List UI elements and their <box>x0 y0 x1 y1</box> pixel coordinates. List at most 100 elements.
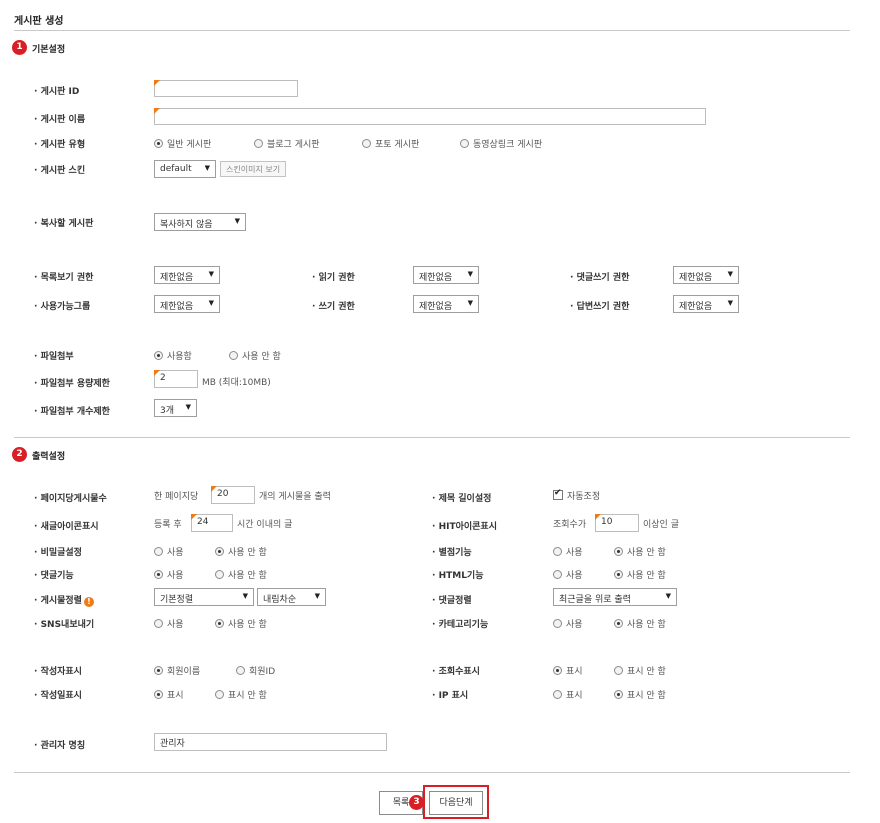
secret-post-on-option[interactable]: 사용 <box>154 545 184 558</box>
posts-per-page-prefix: 한 페이지당 <box>154 492 199 502</box>
list-view-permission-select[interactable]: 제한없음 ▼ <box>154 266 220 284</box>
comments-off-option[interactable]: 사용 안 함 <box>215 568 267 581</box>
title-length-label: 제목 길이설정 <box>432 491 492 504</box>
attach-on-option[interactable]: 사용함 <box>154 349 192 362</box>
author-name-option[interactable]: 회원이름 <box>154 664 200 677</box>
radio-icon[interactable] <box>154 139 163 148</box>
radio-icon[interactable] <box>553 619 562 628</box>
radio-icon[interactable] <box>553 690 562 699</box>
radio-icon[interactable] <box>553 547 562 556</box>
checkbox-checked-icon[interactable] <box>553 488 563 500</box>
radio-icon[interactable] <box>229 351 238 360</box>
board-type-blog-option[interactable]: 블로그 게시판 <box>254 137 320 150</box>
write-permission-select[interactable]: 제한없음 ▼ <box>413 295 479 313</box>
dropdown-arrow-icon: ▼ <box>185 403 191 411</box>
radio-icon[interactable] <box>553 570 562 579</box>
posts-per-page-suffix: 개의 게시물을 출력 <box>259 492 331 502</box>
admin-name-input[interactable]: 관리자 <box>154 733 387 751</box>
comment-sort-select[interactable]: 최근글을 위로 출력 ▼ <box>553 588 677 606</box>
views-hide-option[interactable]: 표시 안 함 <box>614 664 666 677</box>
comments-on-option[interactable]: 사용 <box>154 568 184 581</box>
category-off-option[interactable]: 사용 안 함 <box>614 617 666 630</box>
reply-write-permission-select[interactable]: 제한없음 ▼ <box>673 295 739 313</box>
sns-label: SNS내보내기 <box>34 617 95 630</box>
radio-icon[interactable] <box>614 570 623 579</box>
dropdown-arrow-icon: ▼ <box>727 299 733 307</box>
radio-icon[interactable] <box>215 547 224 556</box>
comment-write-permission-select[interactable]: 제한없음 ▼ <box>673 266 739 284</box>
footer-divider <box>14 772 850 773</box>
copy-board-label: 복사할 게시판 <box>34 216 94 229</box>
category-on-option[interactable]: 사용 <box>553 617 583 630</box>
list-view-permission-label: 목록보기 권한 <box>34 270 94 283</box>
post-order-select[interactable]: 내림차순 ▼ <box>257 588 326 606</box>
step-badge-3: 3 <box>409 795 424 810</box>
date-display-label: 작성일표시 <box>34 688 82 701</box>
board-id-input[interactable] <box>154 80 298 97</box>
radio-icon[interactable] <box>154 570 163 579</box>
board-type-photo-option[interactable]: 포토 게시판 <box>362 137 419 150</box>
attach-off-option[interactable]: 사용 안 함 <box>229 349 281 362</box>
radio-icon[interactable] <box>215 690 224 699</box>
info-icon[interactable]: ! <box>83 597 94 607</box>
ip-hide-option[interactable]: 표시 안 함 <box>614 688 666 701</box>
category-label: 카테고리기능 <box>432 617 489 630</box>
section-divider <box>14 437 850 438</box>
secret-post-off-option[interactable]: 사용 안 함 <box>215 545 267 558</box>
radio-icon[interactable] <box>154 619 163 628</box>
board-name-input[interactable] <box>154 108 706 125</box>
attach-count-select[interactable]: 3개 ▼ <box>154 399 197 417</box>
ip-show-option[interactable]: 표시 <box>553 688 583 701</box>
radio-icon[interactable] <box>614 547 623 556</box>
radio-icon[interactable] <box>254 139 263 148</box>
board-type-video-option[interactable]: 동영상링크 게시판 <box>460 137 542 150</box>
dropdown-arrow-icon: ▼ <box>314 592 320 600</box>
radio-icon[interactable] <box>154 666 163 675</box>
read-permission-select[interactable]: 제한없음 ▼ <box>413 266 479 284</box>
next-step-button[interactable]: 다음단계 <box>429 791 483 815</box>
html-on-option[interactable]: 사용 <box>553 568 583 581</box>
skin-preview-button[interactable]: 스킨이미지 보기 <box>220 161 287 177</box>
radio-icon[interactable] <box>614 666 623 675</box>
copy-board-select[interactable]: 복사하지 않음 ▼ <box>154 213 246 231</box>
sns-off-option[interactable]: 사용 안 함 <box>215 617 267 630</box>
board-type-general-option[interactable]: 일반 게시판 <box>154 137 211 150</box>
radio-icon[interactable] <box>460 139 469 148</box>
rating-label: 별점기능 <box>432 545 472 558</box>
sns-on-option[interactable]: 사용 <box>154 617 184 630</box>
radio-icon[interactable] <box>215 619 224 628</box>
attach-size-input[interactable]: 2 <box>154 370 198 388</box>
radio-icon[interactable] <box>614 619 623 628</box>
posts-per-page-input[interactable]: 20 <box>211 486 255 504</box>
radio-icon[interactable] <box>215 570 224 579</box>
radio-icon[interactable] <box>154 690 163 699</box>
post-sort-label: 게시물정렬! <box>34 593 94 607</box>
radio-icon[interactable] <box>362 139 371 148</box>
dropdown-arrow-icon: ▼ <box>665 592 671 600</box>
radio-icon[interactable] <box>553 666 562 675</box>
date-show-option[interactable]: 표시 <box>154 688 184 701</box>
dropdown-arrow-icon: ▼ <box>208 299 214 307</box>
board-skin-select[interactable]: default ▼ <box>154 160 216 178</box>
author-id-option[interactable]: 회원ID <box>236 664 275 677</box>
usable-group-select[interactable]: 제한없음 ▼ <box>154 295 220 313</box>
date-hide-option[interactable]: 표시 안 함 <box>215 688 267 701</box>
views-show-option[interactable]: 표시 <box>553 664 583 677</box>
dropdown-arrow-icon: ▼ <box>242 592 248 600</box>
radio-icon[interactable] <box>236 666 245 675</box>
radio-icon[interactable] <box>154 351 163 360</box>
rating-on-option[interactable]: 사용 <box>553 545 583 558</box>
reply-write-permission-label: 답변쓰기 권한 <box>570 299 630 312</box>
title-length-auto-checkbox[interactable]: 자동조정 <box>553 488 600 502</box>
radio-icon[interactable] <box>614 690 623 699</box>
board-name-label: 게시판 이름 <box>34 112 86 125</box>
section-title-output: 출력설정 <box>32 452 66 462</box>
html-off-option[interactable]: 사용 안 함 <box>614 568 666 581</box>
radio-icon[interactable] <box>154 547 163 556</box>
board-id-label: 게시판 ID <box>34 84 80 97</box>
post-sort-select[interactable]: 기본정렬 ▼ <box>154 588 254 606</box>
new-icon-hours-input[interactable]: 24 <box>191 514 233 532</box>
hit-icon-views-input[interactable]: 10 <box>595 514 639 532</box>
rating-off-option[interactable]: 사용 안 함 <box>614 545 666 558</box>
admin-name-label: 관리자 명칭 <box>34 738 86 751</box>
